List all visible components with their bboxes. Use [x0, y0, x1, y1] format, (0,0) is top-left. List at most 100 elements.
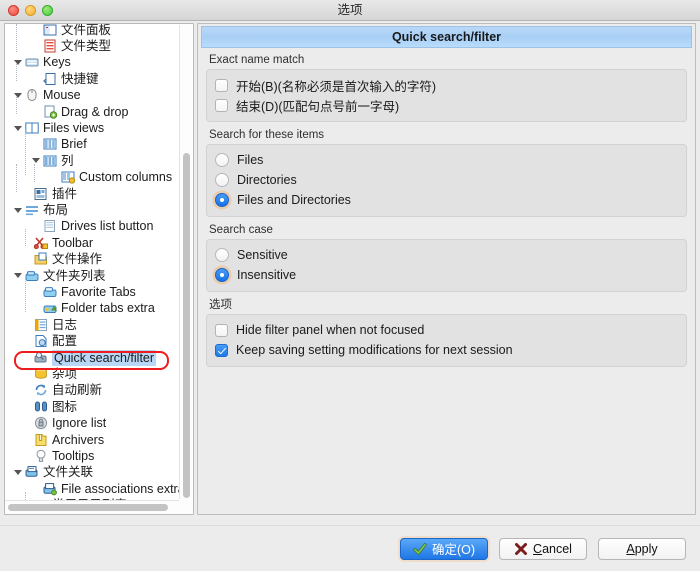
tree-item-label: 文件操作: [52, 252, 103, 267]
tree-item-custom-columns[interactable]: Custom columns: [47, 169, 172, 185]
radio-row-insensitive[interactable]: Insensitive: [215, 265, 678, 285]
button-label: Cancel: [533, 541, 572, 556]
tree-horizontal-scrollbar-thumb[interactable]: [8, 504, 168, 511]
tree-item-mouse[interactable]: Mouse: [11, 87, 81, 103]
ok-button[interactable]: 确定(O): [399, 537, 488, 560]
tree-item-drives-list-button[interactable]: Drives list button: [29, 218, 153, 234]
window-title: 选项: [337, 2, 363, 17]
tree-item-label: 文件关联: [43, 465, 94, 480]
tree-vertical-scrollbar[interactable]: [179, 25, 192, 499]
tree-item-[interactable]: 快捷键: [29, 71, 99, 87]
tree-item-archivers[interactable]: Archivers: [20, 432, 104, 448]
tree-item-label: Tooltips: [52, 449, 95, 464]
chevron-down-icon[interactable]: [13, 123, 24, 134]
tree-item-[interactable]: 布局: [11, 202, 68, 218]
radio-button-checked[interactable]: [215, 268, 229, 282]
chevron-down-icon[interactable]: [13, 270, 24, 281]
tree-item-label: Keys: [43, 55, 71, 70]
checkbox-row-hide-filter-panel-when-not-focused[interactable]: Hide filter panel when not focused: [215, 320, 678, 340]
tree-item-brief[interactable]: Brief: [29, 136, 87, 152]
maximize-button[interactable]: [42, 4, 53, 16]
misc-icon: [34, 367, 48, 381]
checkbox-label: 结束(D)(匹配句点号前一字母): [236, 99, 400, 114]
radio-button-unchecked[interactable]: [215, 153, 229, 167]
log-icon: [34, 318, 48, 332]
apply-button[interactable]: Apply: [598, 537, 686, 560]
tree-item-quick-search-filter[interactable]: Quick search/filter: [20, 349, 157, 366]
chevron-down-icon[interactable]: [13, 205, 24, 216]
chevron-down-icon[interactable]: [13, 90, 24, 101]
tree-item-[interactable]: 插件: [20, 186, 77, 202]
radio-row-directories[interactable]: Directories: [215, 170, 678, 190]
radio-row-files[interactable]: Files: [215, 150, 678, 170]
settings-tree[interactable]: 文件面板 文件类型 Keys 快捷键 Mouse Drag & drop Files vie…: [4, 23, 194, 515]
tree-vertical-scrollbar-thumb[interactable]: [183, 153, 190, 498]
tree-item-[interactable]: 自动刷新: [20, 382, 102, 398]
configuration-icon: [34, 334, 48, 348]
tree-item-[interactable]: 日志: [20, 317, 77, 333]
radio-button-unchecked[interactable]: [215, 248, 229, 262]
tree-item-label: File associations extra: [61, 481, 185, 496]
tree-item-label: 布局: [43, 203, 69, 218]
tree-item-label: Favorite Tabs: [61, 285, 136, 300]
checkbox-row-keep-saving-setting-modifications-for-next-session[interactable]: Keep saving setting modifications for ne…: [215, 340, 678, 360]
custom-columns-icon: [61, 170, 75, 184]
button-label: Apply: [626, 541, 658, 556]
tree-item-drag-drop[interactable]: Drag & drop: [29, 104, 128, 120]
group-box: Hide filter panel when not focused Keep s…: [206, 314, 687, 367]
chevron-down-icon[interactable]: [13, 467, 24, 478]
tree-item-label: Archivers: [52, 432, 105, 447]
checkbox-unchecked[interactable]: [215, 78, 228, 92]
checkbox-row-d[interactable]: 结束(D)(匹配句点号前一字母): [215, 95, 678, 115]
tree-item-keys[interactable]: Keys: [11, 54, 71, 70]
file-operations-icon: [34, 252, 48, 266]
tree-guide-line: [16, 64, 17, 81]
tree-item-folder-tabs-extra[interactable]: Folder tabs extra: [29, 300, 155, 316]
tree-item-[interactable]: 图标: [20, 399, 77, 415]
tree-item-[interactable]: 文件面板: [29, 24, 111, 38]
tree-item-file-associations-extra[interactable]: File associations extra: [29, 481, 185, 497]
radio-button-checked[interactable]: [215, 193, 229, 207]
favorite-tabs-icon: [43, 285, 57, 299]
checkbox-unchecked[interactable]: [215, 98, 228, 112]
checkbox-checked[interactable]: [215, 343, 228, 357]
radio-row-files-and-directories[interactable]: Files and Directories: [215, 190, 678, 210]
tree-item-[interactable]: 文件类型: [29, 38, 111, 54]
tree-item-[interactable]: 列: [29, 153, 74, 169]
drag-drop-icon: [43, 105, 57, 119]
group-box: Files Directories Files and Directories: [206, 144, 687, 217]
radio-row-sensitive[interactable]: Sensitive: [215, 245, 678, 265]
radio-button-unchecked[interactable]: [215, 173, 229, 187]
checkbox-row-b[interactable]: 开始(B)(名称必须是首次输入的字符): [215, 75, 678, 95]
tree-item-[interactable]: 文件关联: [11, 464, 93, 480]
settings-tree-list[interactable]: 文件面板 文件类型 Keys 快捷键 Mouse Drag & drop Files vie…: [5, 24, 193, 500]
tree-item-[interactable]: 文件操作: [20, 251, 102, 267]
tree-item-[interactable]: 杂项: [20, 366, 77, 382]
tree-item-label: 文件类型: [61, 39, 112, 54]
tree-item-toolbar[interactable]: Toolbar: [20, 235, 93, 251]
tree-item-favorite-tabs[interactable]: Favorite Tabs: [29, 284, 136, 300]
tree-item-[interactable]: 配置: [20, 333, 77, 349]
cancel-button[interactable]: Cancel: [499, 537, 587, 560]
group-box: 开始(B)(名称必须是首次输入的字符) 结束(D)(匹配句点号前一字母): [206, 69, 687, 122]
brief-icon: [43, 137, 57, 151]
tree-horizontal-scrollbar[interactable]: [5, 500, 193, 514]
tree-item-label: 自动刷新: [52, 383, 103, 398]
tree-item-ignore-list[interactable]: Ignore list: [20, 415, 106, 431]
tree-item-tooltips[interactable]: Tooltips: [20, 448, 94, 464]
chevron-down-icon[interactable]: [31, 155, 42, 166]
minimize-button[interactable]: [25, 4, 36, 16]
checkbox-label: 开始(B)(名称必须是首次输入的字符): [236, 79, 436, 94]
checkbox-unchecked[interactable]: [215, 323, 228, 337]
close-button[interactable]: [8, 4, 19, 16]
chevron-down-icon[interactable]: [13, 57, 24, 68]
